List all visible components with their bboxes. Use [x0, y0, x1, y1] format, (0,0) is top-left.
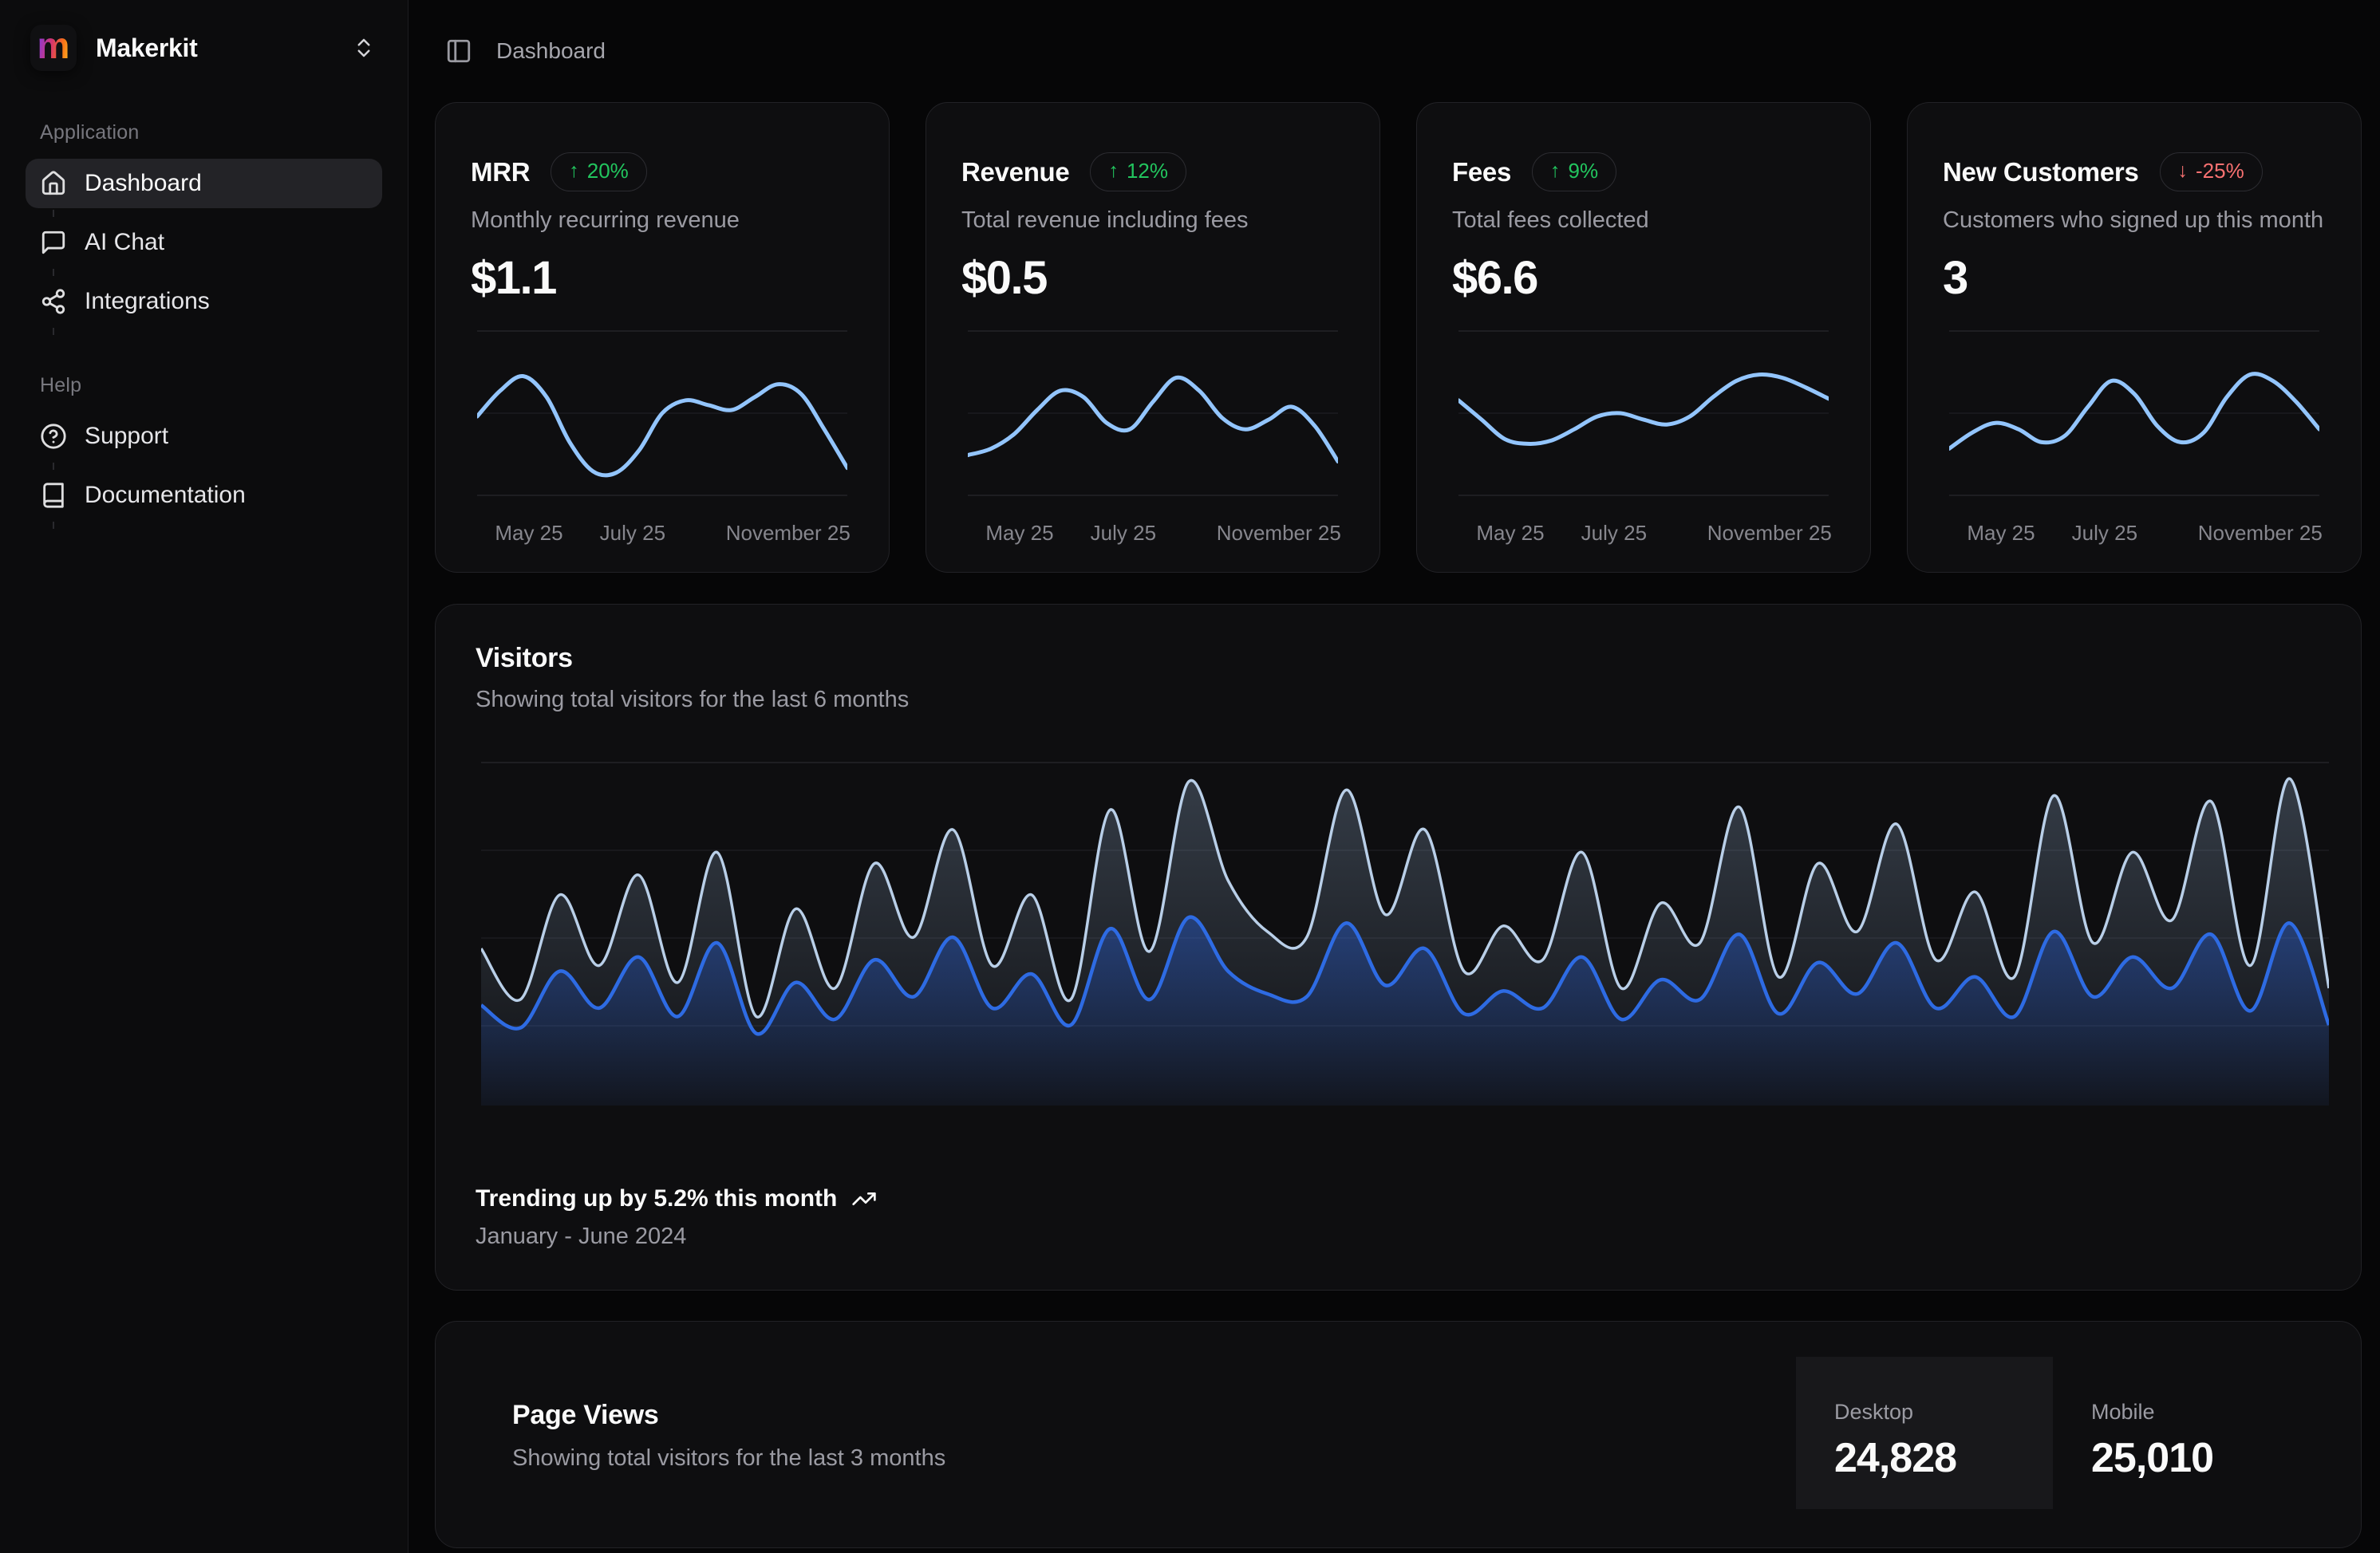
main-content: Dashboard MRR ↑20% Monthly recurring rev… [409, 0, 2380, 1553]
sparkline-chart: May 25 July 25 November 25 [926, 323, 1379, 548]
page-views-subtitle: Showing total visitors for the last 3 mo… [512, 1445, 945, 1472]
workspace-name: Makerkit [96, 34, 197, 63]
x-axis-labels: May 25 July 25 November 25 [968, 503, 1338, 548]
stat-card-new-customers: New Customers ↓-25% Customers who signed… [1907, 102, 2362, 573]
visitors-area-chart [436, 753, 2361, 1106]
trend-badge: ↓-25% [2160, 152, 2263, 191]
arrow-down-icon: ↓ [2178, 160, 2189, 183]
sidebar: m Makerkit Application Dashboard AI Chat… [0, 0, 409, 1553]
stat-value: $1.1 [436, 251, 889, 305]
trend-text: Trending up by 5.2% this month [476, 1185, 837, 1212]
home-icon [40, 170, 67, 197]
stat-card-fees: Fees ↑9% Total fees collected $6.6 May 2… [1416, 102, 1871, 573]
mobile-label: Mobile [2091, 1400, 2361, 1425]
makerkit-logo: m [30, 25, 77, 71]
stat-value: $0.5 [926, 251, 1379, 305]
nav-help: Support Documentation [26, 412, 382, 520]
stat-title: MRR [471, 157, 530, 187]
stat-description: Total revenue including fees [926, 207, 1379, 234]
stat-value: $6.6 [1417, 251, 1870, 305]
help-circle-icon [40, 423, 67, 450]
sidebar-item-label: Integrations [85, 288, 210, 315]
sidebar-item-documentation[interactable]: Documentation [26, 471, 382, 520]
page-views-title: Page Views [512, 1400, 945, 1431]
message-square-icon [40, 229, 67, 256]
stat-title: Fees [1452, 157, 1511, 187]
stat-value: 3 [1908, 251, 2361, 305]
x-axis-labels: May 25 July 25 November 25 [1458, 503, 1829, 548]
trend-badge: ↑12% [1090, 152, 1186, 191]
book-icon [40, 482, 67, 509]
sparkline-chart: May 25 July 25 November 25 [436, 323, 889, 548]
arrow-up-icon: ↑ [569, 160, 579, 183]
workspace-switcher[interactable]: m Makerkit [26, 19, 382, 77]
stat-description: Monthly recurring revenue [436, 207, 889, 234]
topbar: Dashboard [435, 0, 2362, 102]
stat-description: Customers who signed up this month [1908, 207, 2361, 234]
sidebar-item-label: Support [85, 423, 168, 450]
sidebar-item-label: Dashboard [85, 170, 202, 197]
sidebar-item-label: AI Chat [85, 229, 164, 256]
desktop-value: 24,828 [1834, 1434, 2053, 1482]
nav-section-label-help: Help [40, 374, 382, 397]
mobile-stat-toggle[interactable]: Mobile 25,010 [2053, 1357, 2361, 1509]
trending-up-icon [851, 1186, 877, 1212]
stat-card-revenue: Revenue ↑12% Total revenue including fee… [926, 102, 1380, 573]
visitors-footer: Trending up by 5.2% this month January -… [436, 1185, 2361, 1250]
visitors-card: Visitors Showing total visitors for the … [435, 604, 2362, 1291]
page-views-card: Page Views Showing total visitors for th… [435, 1321, 2362, 1548]
date-range: January - June 2024 [476, 1224, 2321, 1250]
visitors-title: Visitors [436, 643, 2361, 674]
breadcrumb: Dashboard [496, 38, 606, 64]
sparkline-chart: May 25 July 25 November 25 [1417, 323, 1870, 548]
stat-description: Total fees collected [1417, 207, 1870, 234]
desktop-label: Desktop [1834, 1400, 2053, 1425]
nav-application: Dashboard AI Chat Integrations [26, 159, 382, 326]
stat-card-mrr: MRR ↑20% Monthly recurring revenue $1.1 … [435, 102, 890, 573]
sidebar-item-support[interactable]: Support [26, 412, 382, 461]
sidebar-item-ai-chat[interactable]: AI Chat [26, 218, 382, 267]
arrow-up-icon: ↑ [1108, 160, 1119, 183]
trend-badge: ↑20% [551, 152, 647, 191]
share-icon [40, 288, 67, 315]
page-views-stats: Desktop 24,828 Mobile 25,010 [1796, 1357, 2361, 1509]
panel-left-icon[interactable] [445, 37, 472, 65]
nav-section-label-application: Application [40, 121, 382, 144]
stat-title: Revenue [961, 157, 1069, 187]
stat-title: New Customers [1943, 157, 2139, 187]
sparkline-chart: May 25 July 25 November 25 [1908, 323, 2361, 548]
x-axis-labels: May 25 July 25 November 25 [1949, 503, 2319, 548]
mobile-value: 25,010 [2091, 1434, 2361, 1482]
trend-badge: ↑9% [1532, 152, 1616, 191]
sidebar-item-integrations[interactable]: Integrations [26, 277, 382, 326]
sidebar-item-label: Documentation [85, 482, 246, 509]
desktop-stat-toggle[interactable]: Desktop 24,828 [1796, 1357, 2053, 1509]
arrow-up-icon: ↑ [1550, 160, 1561, 183]
chevrons-up-down-icon [352, 36, 376, 60]
x-axis-labels: May 25 July 25 November 25 [477, 503, 847, 548]
visitors-subtitle: Showing total visitors for the last 6 mo… [436, 687, 2361, 713]
sidebar-item-dashboard[interactable]: Dashboard [26, 159, 382, 208]
stat-card-row: MRR ↑20% Monthly recurring revenue $1.1 … [435, 102, 2362, 573]
